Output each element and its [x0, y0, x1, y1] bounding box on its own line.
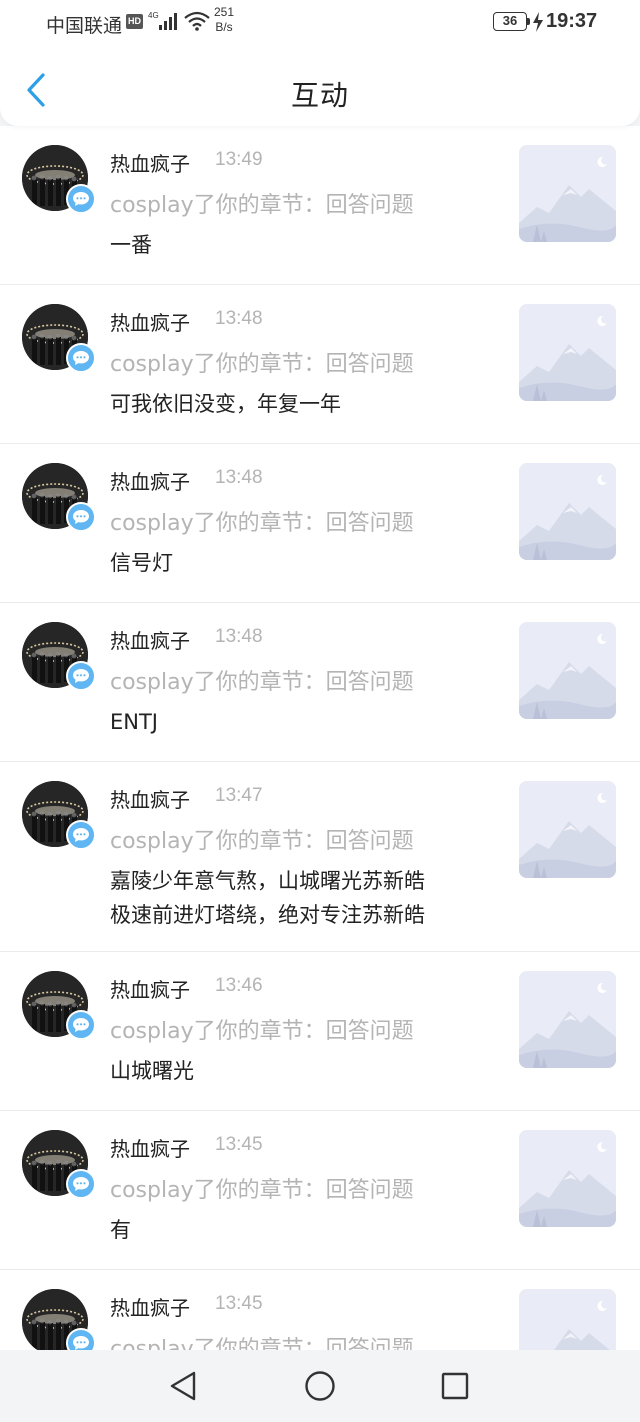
- item-subtitle: cosplay了你的章节：回答问题: [110, 1019, 414, 1044]
- system-nav-bar: [0, 1350, 640, 1422]
- chapter-thumbnail[interactable]: [519, 781, 616, 878]
- signal-icon: 4G: [148, 10, 180, 36]
- charging-bolt-icon: [532, 12, 544, 36]
- interaction-item[interactable]: 热血疯子 13:46 cosplay了你的章节：回答问题 山城曙光: [0, 952, 640, 1111]
- chapter-thumbnail[interactable]: [519, 622, 616, 719]
- comment-badge: [66, 661, 96, 691]
- item-content: 可我依旧没变，年复一年: [110, 392, 341, 416]
- interaction-item[interactable]: 热血疯子 13:48 cosplay了你的章节：回答问题 信号灯: [0, 444, 640, 603]
- nav-recents-button[interactable]: [435, 1366, 475, 1406]
- comment-icon: [73, 828, 89, 842]
- comment-badge: [66, 1328, 96, 1350]
- item-time: 13:46: [215, 975, 263, 996]
- item-time: 13:48: [215, 467, 263, 488]
- interaction-item[interactable]: 热血疯子 13:49 cosplay了你的章节：回答问题 一番: [0, 126, 640, 285]
- user-name[interactable]: 热血疯子: [110, 974, 190, 1003]
- item-subtitle: cosplay了你的章节：回答问题: [110, 511, 414, 536]
- square-recents-icon: [441, 1372, 469, 1400]
- nav-back-button[interactable]: [163, 1366, 203, 1406]
- item-content: 有: [110, 1218, 131, 1242]
- user-name[interactable]: 热血疯子: [110, 784, 190, 813]
- header: 互动: [0, 52, 640, 126]
- item-content: 山城曙光: [110, 1059, 194, 1083]
- item-time: 13:45: [215, 1293, 263, 1314]
- chapter-thumbnail[interactable]: [519, 463, 616, 560]
- chapter-thumbnail[interactable]: [519, 145, 616, 242]
- battery-indicator: 36: [493, 12, 527, 31]
- user-name[interactable]: 热血疯子: [110, 1133, 190, 1162]
- status-time: 19:37: [546, 10, 598, 32]
- comment-icon: [73, 1336, 89, 1350]
- network-type: 4G: [148, 11, 159, 20]
- speed-unit: B/s: [215, 20, 233, 34]
- comment-icon: [73, 669, 89, 683]
- item-subtitle: cosplay了你的章节：回答问题: [110, 1337, 414, 1350]
- user-name[interactable]: 热血疯子: [110, 625, 190, 654]
- item-time: 13:49: [215, 149, 263, 170]
- comment-badge: [66, 343, 96, 373]
- comment-badge: [66, 502, 96, 532]
- circle-home-icon: [305, 1371, 335, 1401]
- item-time: 13:48: [215, 308, 263, 329]
- status-bar: 中国联通 HD 4G 251 B/s 36 19:37: [0, 0, 640, 52]
- item-content: 一番: [110, 233, 152, 257]
- chapter-thumbnail[interactable]: [519, 304, 616, 401]
- hd-badge: HD: [126, 14, 143, 29]
- interaction-item[interactable]: 热血疯子 13:45 cosplay了你的章节：回答问题 有: [0, 1111, 640, 1270]
- item-subtitle: cosplay了你的章节：回答问题: [110, 670, 414, 695]
- interaction-item[interactable]: 热血疯子 13:48 cosplay了你的章节：回答问题 ENTJ: [0, 603, 640, 762]
- item-time: 13:48: [215, 626, 263, 647]
- interaction-item[interactable]: 热血疯子 13:48 cosplay了你的章节：回答问题 可我依旧没变，年复一年: [0, 285, 640, 444]
- item-subtitle: cosplay了你的章节：回答问题: [110, 193, 414, 218]
- chapter-thumbnail[interactable]: [519, 1289, 616, 1350]
- item-content: 信号灯: [110, 551, 173, 575]
- item-time: 13:45: [215, 1134, 263, 1155]
- comment-icon: [73, 192, 89, 206]
- interaction-item[interactable]: 热血疯子 13:47 cosplay了你的章节：回答问题 嘉陵少年意气熬，山城曙…: [0, 762, 640, 952]
- comment-icon: [73, 1018, 89, 1032]
- nav-home-button[interactable]: [300, 1366, 340, 1406]
- user-name[interactable]: 热血疯子: [110, 466, 190, 495]
- user-name[interactable]: 热血疯子: [110, 1292, 190, 1321]
- comment-badge: [66, 1169, 96, 1199]
- comment-badge: [66, 184, 96, 214]
- chapter-thumbnail[interactable]: [519, 971, 616, 1068]
- item-content: ENTJ: [110, 710, 158, 734]
- triangle-back-icon: [170, 1371, 196, 1401]
- interaction-item[interactable]: 热血疯子 13:45 cosplay了你的章节：回答问题: [0, 1270, 640, 1350]
- comment-badge: [66, 1010, 96, 1040]
- battery-tip: [527, 18, 530, 25]
- item-time: 13:47: [215, 785, 263, 806]
- page-title: 互动: [290, 79, 349, 112]
- chapter-thumbnail[interactable]: [519, 1130, 616, 1227]
- user-name[interactable]: 热血疯子: [110, 307, 190, 336]
- wifi-icon: [184, 11, 210, 35]
- speed-value: 251: [214, 5, 235, 19]
- interaction-list[interactable]: 热血疯子 13:49 cosplay了你的章节：回答问题 一番 热血疯子 13:…: [0, 126, 640, 1350]
- network-speed: 251 B/s: [214, 5, 234, 35]
- item-subtitle: cosplay了你的章节：回答问题: [110, 829, 414, 854]
- user-name[interactable]: 热血疯子: [110, 148, 190, 177]
- comment-icon: [73, 351, 89, 365]
- carrier-name: 中国联通: [46, 15, 123, 37]
- item-content: 嘉陵少年意气熬，山城曙光苏新皓 极速前进灯塔绕，绝对专注苏新皓: [110, 869, 425, 927]
- item-subtitle: cosplay了你的章节：回答问题: [110, 1178, 414, 1203]
- item-subtitle: cosplay了你的章节：回答问题: [110, 352, 414, 377]
- comment-icon: [73, 1177, 89, 1191]
- comment-badge: [66, 820, 96, 850]
- comment-icon: [73, 510, 89, 524]
